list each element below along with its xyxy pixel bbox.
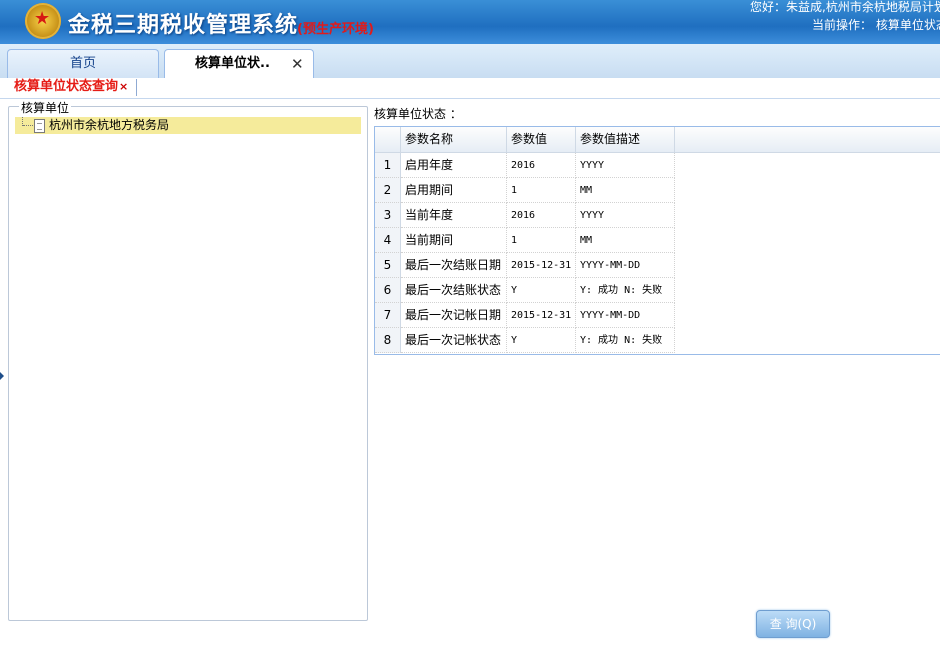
current-operation: 当前操作： 核算单位状态 <box>812 18 940 32</box>
param-name: 最后一次记帐状态 <box>401 328 507 353</box>
table-row[interactable]: 8 最后一次记帐状态 Y Y: 成功 N: 失败 <box>375 328 675 353</box>
app-header: ★ 金税三期税收管理系统 (预生产环境) 您好：朱益成,杭州市余杭地税局计划 当… <box>0 0 940 44</box>
environment-tag: (预生产环境) <box>297 22 374 37</box>
table-row[interactable]: 6 最后一次结账状态 Y Y: 成功 N: 失败 <box>375 278 675 303</box>
status-grid: 参数名称 参数值 参数值描述 1 启用年度 2016 YYYY 2 启用期间 1… <box>374 126 940 355</box>
table-row[interactable]: 4 当前期间 1 MM <box>375 228 675 253</box>
row-number: 5 <box>375 253 401 278</box>
table-row[interactable]: 2 启用期间 1 MM <box>375 178 675 203</box>
param-desc: YYYY <box>576 153 675 178</box>
table-row[interactable]: 1 启用年度 2016 YYYY <box>375 153 675 178</box>
query-button[interactable]: 查 询(Q) <box>756 610 830 638</box>
column-header[interactable]: 参数名称 <box>401 127 507 152</box>
tab-accounting-unit-status[interactable]: 核算单位状.. ✕ <box>164 49 314 79</box>
param-desc: YYYY-MM-DD <box>576 253 675 278</box>
row-number: 1 <box>375 153 401 178</box>
param-name: 当前期间 <box>401 228 507 253</box>
param-value: Y <box>507 328 576 353</box>
subtab-accounting-unit-status-query[interactable]: 核算单位状态查询× <box>14 78 128 97</box>
subtab-divider <box>136 79 137 96</box>
system-title: 金税三期税收管理系统 <box>68 13 299 38</box>
close-icon[interactable]: × <box>119 80 128 93</box>
row-number: 8 <box>375 328 401 353</box>
row-number: 3 <box>375 203 401 228</box>
tab-home[interactable]: 首页 <box>7 49 159 78</box>
table-row[interactable]: 7 最后一次记帐日期 2015-12-31 YYYY-MM-DD <box>375 303 675 328</box>
param-value: 1 <box>507 178 576 203</box>
param-value: 2015-12-31 <box>507 253 576 278</box>
param-desc: MM <box>576 178 675 203</box>
param-name: 启用年度 <box>401 153 507 178</box>
param-name: 最后一次记帐日期 <box>401 303 507 328</box>
param-name: 启用期间 <box>401 178 507 203</box>
table-row[interactable]: 5 最后一次结账日期 2015-12-31 YYYY-MM-DD <box>375 253 675 278</box>
column-header[interactable]: 参数值描述 <box>576 127 675 152</box>
param-value: 2015-12-31 <box>507 303 576 328</box>
param-desc: YYYY <box>576 203 675 228</box>
row-number: 4 <box>375 228 401 253</box>
user-greeting: 您好：朱益成,杭州市余杭地税局计划 <box>750 0 940 14</box>
rownum-header <box>375 127 401 152</box>
param-value: 2016 <box>507 153 576 178</box>
sub-tab-bar: 核算单位状态查询× <box>0 78 940 99</box>
table-row[interactable]: 3 当前年度 2016 YYYY <box>375 203 675 228</box>
param-value: 2016 <box>507 203 576 228</box>
tree-connector <box>23 125 33 127</box>
row-number: 6 <box>375 278 401 303</box>
main-tab-bar: 首页 核算单位状.. ✕ <box>0 44 940 79</box>
param-name: 最后一次结账日期 <box>401 253 507 278</box>
subtab-label: 核算单位状态查询 <box>14 79 119 94</box>
tree-node-label: 杭州市余杭地方税务局 <box>49 118 170 132</box>
row-number: 7 <box>375 303 401 328</box>
param-name: 当前年度 <box>401 203 507 228</box>
param-desc: Y: 成功 N: 失败 <box>576 328 675 353</box>
row-number: 2 <box>375 178 401 203</box>
param-value: Y <box>507 278 576 303</box>
tab-label: 核算单位状.. <box>195 56 270 71</box>
panel-legend: 核算单位 <box>19 99 72 116</box>
tree-node[interactable]: 杭州市余杭地方税务局 <box>15 117 361 134</box>
param-name: 最后一次结账状态 <box>401 278 507 303</box>
param-desc: YYYY-MM-DD <box>576 303 675 328</box>
grid-header: 参数名称 参数值 参数值描述 <box>375 127 940 153</box>
collapse-arrow-icon[interactable] <box>0 372 4 380</box>
column-header[interactable]: 参数值 <box>507 127 576 152</box>
accounting-unit-panel: 核算单位 杭州市余杭地方税务局 <box>8 99 368 621</box>
param-desc: MM <box>576 228 675 253</box>
document-icon <box>34 119 45 133</box>
param-desc: Y: 成功 N: 失败 <box>576 278 675 303</box>
national-emblem-icon: ★ <box>25 3 61 39</box>
param-value: 1 <box>507 228 576 253</box>
status-section-label: 核算单位状态 ： <box>374 107 462 121</box>
close-icon[interactable]: ✕ <box>291 50 304 78</box>
